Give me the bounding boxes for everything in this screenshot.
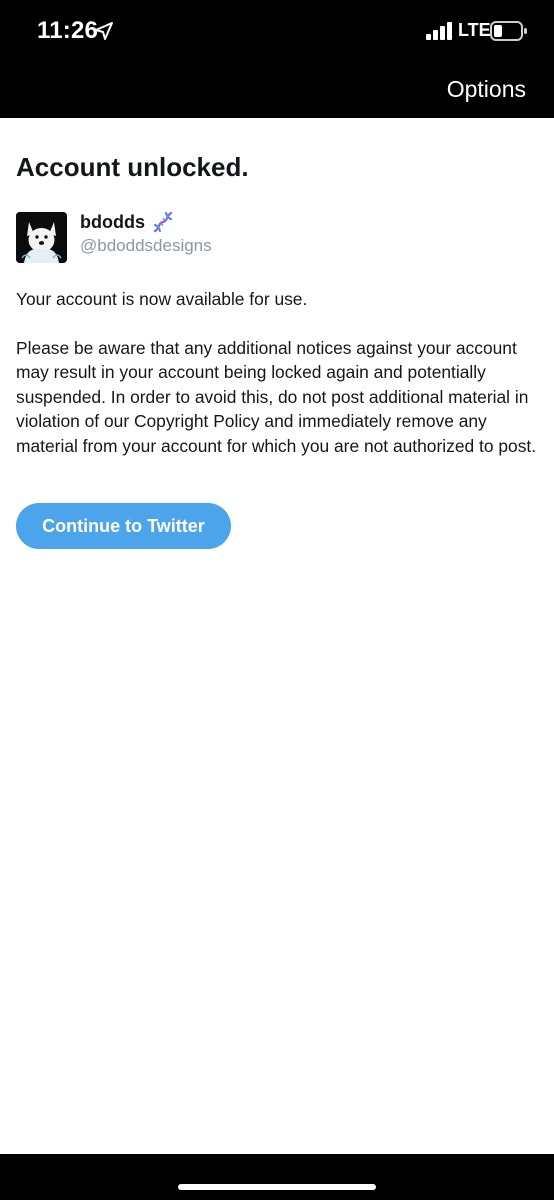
- network-type: LTE: [458, 20, 491, 40]
- top-bar: 11:26 LTE Options: [0, 0, 554, 118]
- status-time: 11:26: [37, 17, 99, 44]
- warning-message: Please be aware that any additional noti…: [16, 338, 537, 456]
- bottom-bar: [0, 1154, 554, 1200]
- continue-to-twitter-button[interactable]: Continue to Twitter: [16, 503, 231, 549]
- cellular-signal-icon: [426, 22, 452, 40]
- battery-low-icon: [490, 21, 527, 41]
- display-name: bdodds: [80, 211, 145, 232]
- user-handle: @bdoddsdesigns: [80, 236, 212, 255]
- location-arrow-icon: [95, 22, 113, 40]
- options-button[interactable]: Options: [447, 76, 526, 103]
- availability-message: Your account is now available for use.: [16, 289, 308, 309]
- dna-icon: [153, 211, 173, 233]
- user-name-row: bdodds: [80, 211, 174, 233]
- avatar: [16, 212, 67, 263]
- page-title: Account unlocked.: [16, 152, 249, 182]
- home-indicator[interactable]: [178, 1184, 376, 1190]
- white-dog-avatar: [16, 212, 67, 263]
